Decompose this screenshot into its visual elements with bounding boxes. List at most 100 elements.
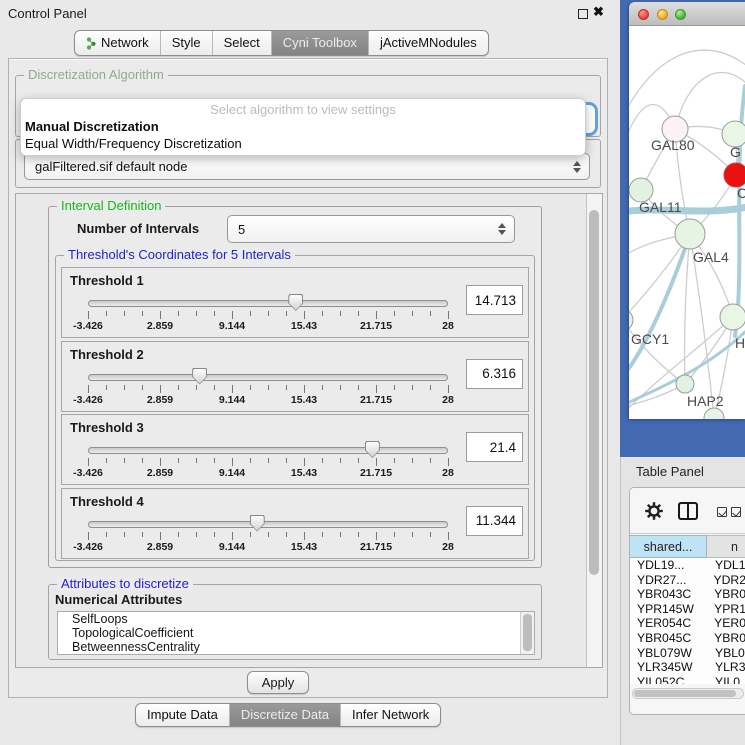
slider-tick [412,385,413,390]
slider-track[interactable] [88,521,448,528]
table-row[interactable]: YDR27...YDR2 [630,573,745,588]
slider-thumb[interactable] [288,294,303,311]
column-header-shared-name[interactable]: shared... [630,535,707,558]
checkbox-icon[interactable] [731,507,741,517]
column-header-name[interactable]: n [707,535,745,558]
slider-tick [286,458,287,463]
threshold-panel: Threshold 1 -3.4262.8599.14415.4321.71528… [61,267,529,338]
slider-tick [430,385,431,390]
threshold-slider[interactable]: -3.4262.8599.14415.4321.71528 [88,515,448,557]
slider-tick [196,385,197,390]
number-of-intervals-value: 5 [238,222,245,237]
slider-tick [214,385,215,390]
table-row[interactable]: YBL079WYBL0 [630,646,745,661]
algorithm-placeholder-option[interactable]: Select algorithm to view settings [21,101,585,118]
checkbox-icon[interactable] [717,507,727,517]
slider-tick-label: 2.859 [147,320,173,332]
slider-tick [124,532,125,537]
slider-track[interactable] [88,447,448,454]
threshold-panel: Threshold 3-3.4262.8599.14415.4321.71528… [61,414,529,485]
table-row[interactable]: YER054CYER0 [630,616,745,631]
tab-discretize-data[interactable]: Discretize Data [229,704,340,726]
cell-name: YBR0 [706,587,745,602]
network-canvas[interactable]: GAL80GCGAL11GAL4GCY1HHAP2 [629,26,745,419]
slider-thumb[interactable] [365,441,380,458]
table-row[interactable]: YDL19...YDL1 [630,558,745,573]
slider-tick [88,385,89,393]
network-node-label: GAL80 [651,137,695,153]
algorithm-option-equal-width-frequency-discretization[interactable]: Equal Width/Frequency Discretization [21,135,585,152]
slider-tick [160,532,161,540]
tab-cyni-toolbox[interactable]: Cyni Toolbox [271,31,368,55]
float-window-icon[interactable] [578,9,588,19]
table-row[interactable]: YIL052CYIL0 [630,675,745,684]
tab-jactivemnodules[interactable]: jActiveMNodules [368,31,488,55]
gear-icon[interactable] [644,501,664,521]
network-view-window[interactable]: GAL80GCGAL11GAL4GCY1HHAP2 [629,2,745,419]
table-horizontal-scrollbar[interactable] [632,688,744,699]
network-node-label: GAL11 [639,199,682,215]
slider-tick [268,458,269,463]
threshold-slider[interactable]: -3.4262.8599.14415.4321.71528 [88,441,448,483]
scrollbar-thumb[interactable] [634,690,736,697]
slider-tick [250,532,251,537]
minimize-traffic-light[interactable] [657,9,668,20]
network-node[interactable] [675,219,705,249]
table-data-combobox[interactable]: galFiltered.sif default node [24,153,590,180]
slider-tick-label: 2.859 [147,541,173,553]
network-node[interactable] [704,408,724,419]
column-layout-icon[interactable] [678,502,698,520]
tab-impute-data[interactable]: Impute Data [136,704,229,726]
table-row[interactable]: YPR145WYPR1 [630,602,745,617]
close-traffic-light[interactable] [638,9,649,20]
algorithm-option-manual-discretization[interactable]: Manual Discretization [21,118,585,135]
settings-vertical-scrollbar[interactable] [586,194,602,667]
cell-name: YBR0 [706,631,745,646]
network-edge[interactable] [685,234,690,384]
slider-track[interactable] [88,300,448,307]
network-node[interactable] [676,375,694,393]
threshold-value-field[interactable]: 11.344 [466,506,523,536]
network-node[interactable] [720,304,745,330]
slider-tick [412,311,413,316]
threshold-slider[interactable]: -3.4262.8599.14415.4321.71528 [88,294,448,336]
threshold-label: Threshold 1 [70,273,144,288]
close-icon[interactable]: ✖ [593,4,604,20]
slider-track[interactable] [88,374,448,381]
tab-select[interactable]: Select [212,31,271,55]
slider-tick-label: 21.715 [360,467,392,479]
slider-tick [196,532,197,537]
scrollbar-thumb[interactable] [589,210,599,575]
zoom-traffic-light[interactable] [675,9,686,20]
list-item-betweennesscentrality[interactable]: BetweennessCentrality [58,640,534,654]
scrollbar-thumb[interactable] [523,614,532,651]
table-row[interactable]: YBR045CYBR0 [630,631,745,646]
slider-thumb[interactable] [192,368,207,385]
tab-label: Cyni Toolbox [283,31,357,55]
threshold-value-field[interactable]: 14.713 [466,285,523,315]
threshold-slider[interactable]: -3.4262.8599.14415.4321.71528 [88,368,448,410]
slider-tick [376,532,377,540]
cell-name: YIL0 [707,675,745,684]
network-edge-highlighted[interactable] [629,234,690,378]
network-node[interactable] [629,309,633,331]
apply-button[interactable]: Apply [247,671,309,694]
table-toolbar [630,488,745,534]
table-row[interactable]: YBR043CYBR0 [630,587,745,602]
slider-tick-label: 15.43 [291,394,317,406]
number-of-intervals-combobox[interactable]: 5 [227,215,515,243]
cell-shared-name: YPR145W [630,602,706,617]
slider-thumb[interactable] [250,515,265,532]
list-item-selfloops[interactable]: SelfLoops [58,612,534,626]
threshold-value-field[interactable]: 21.4 [466,432,523,462]
threshold-value-field[interactable]: 6.316 [466,359,523,389]
slider-tick [88,458,89,466]
table-row[interactable]: YLR345WYLR3 [630,660,745,675]
tab-infer-network[interactable]: Infer Network [340,704,440,726]
tab-network[interactable]: Network [75,31,160,55]
list-item-topologicalcoefficient[interactable]: TopologicalCoefficient [58,626,534,640]
attributes-list-scrollbar[interactable] [520,612,534,654]
network-window-titlebar[interactable] [629,2,745,26]
tab-style[interactable]: Style [160,31,212,55]
network-node[interactable] [724,163,745,187]
